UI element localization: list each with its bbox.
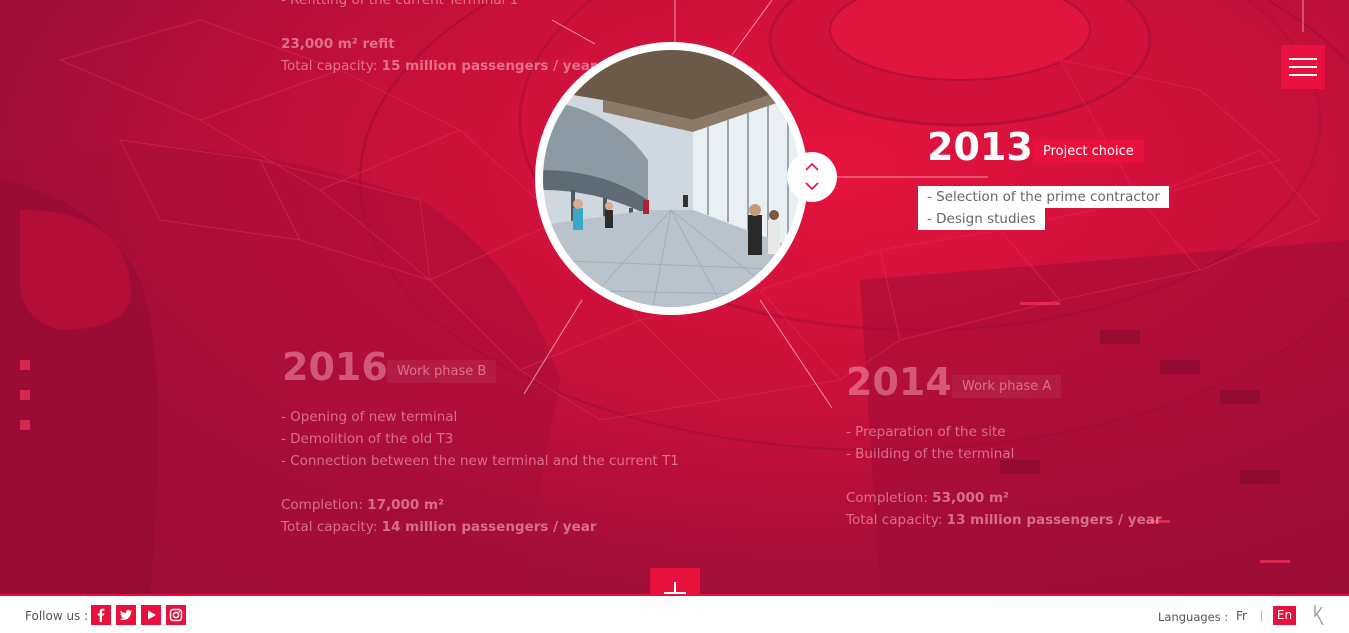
entry-2014-completion-value: 53,000 m²	[932, 490, 1009, 506]
entry-2016-capacity: Total capacity: 14 million passengers / …	[281, 516, 597, 538]
active-item-2: - Design studies	[918, 208, 1045, 230]
active-item-1: - Selection of the prime contractor	[918, 186, 1169, 208]
top-block-line: - Refitting of the current Terminal 1	[281, 0, 519, 8]
top-block-refit-value: 23,000 m² refit	[281, 36, 395, 52]
facebook-icon[interactable]	[91, 605, 111, 625]
entry-2014-capacity-value: 13 million passengers / year	[946, 512, 1162, 528]
studio-logo-icon[interactable]	[1311, 604, 1325, 626]
languages-label: Languages :	[1158, 610, 1229, 624]
entry-2016-item-2: - Demolition of the old T3	[281, 431, 454, 447]
top-block-refit: 23,000 m² refit	[281, 33, 395, 55]
entry-2014-year: 2014	[846, 360, 952, 404]
active-year: 2013	[927, 125, 1033, 169]
entry-2016-completion-label: Completion:	[281, 497, 368, 513]
instagram-icon[interactable]	[166, 605, 186, 625]
twitter-icon[interactable]	[116, 605, 136, 625]
language-separator	[1261, 610, 1262, 622]
entry-2016-item-1: - Opening of new terminal	[281, 409, 458, 425]
entry-2014-capacity: Total capacity: 13 million passengers / …	[846, 509, 1162, 531]
entry-2016-capacity-value: 14 million passengers / year	[381, 519, 597, 535]
language-fr-link[interactable]: Fr	[1236, 609, 1247, 623]
language-en-link[interactable]: En	[1273, 606, 1296, 625]
entry-2014-item-1: - Preparation of the site	[846, 424, 1006, 440]
timeline-nav-arrows	[787, 152, 837, 202]
active-phase-tag: Project choice	[1033, 140, 1144, 163]
top-block-capacity-value: 15 million passengers / year	[381, 58, 597, 74]
timeline-stage: - Refitting of the current Terminal 1 23…	[0, 0, 1349, 594]
entry-2014-completion: Completion: 53,000 m²	[846, 487, 1009, 509]
terminal-interior-image	[543, 50, 800, 307]
entry-2014-completion-label: Completion:	[846, 490, 933, 506]
entry-2016-completion: Completion: 17,000 m²	[281, 494, 444, 516]
entry-2016-item-3: - Connection between the new terminal an…	[281, 453, 679, 469]
top-block-capacity: Total capacity: 15 million passengers / …	[281, 55, 597, 77]
top-block-capacity-label: Total capacity:	[281, 58, 382, 74]
entry-2014-phase: Work phase A	[952, 375, 1062, 398]
entry-2014-capacity-label: Total capacity:	[846, 512, 947, 528]
chevron-down-icon[interactable]	[805, 182, 819, 190]
menu-button[interactable]	[1281, 45, 1325, 89]
entry-2016-year: 2016	[282, 345, 388, 389]
entry-2016-capacity-label: Total capacity:	[281, 519, 382, 535]
footer: Follow us : Languages : Fr En	[0, 594, 1349, 633]
youtube-icon[interactable]	[141, 605, 161, 625]
entry-2016-phase: Work phase B	[387, 360, 497, 383]
follow-label: Follow us :	[25, 609, 89, 623]
chevron-up-icon[interactable]	[805, 163, 819, 171]
entry-2016-completion-value: 17,000 m²	[367, 497, 444, 513]
entry-2014-item-2: - Building of the terminal	[846, 446, 1015, 462]
hamburger-menu-icon	[1289, 58, 1317, 60]
